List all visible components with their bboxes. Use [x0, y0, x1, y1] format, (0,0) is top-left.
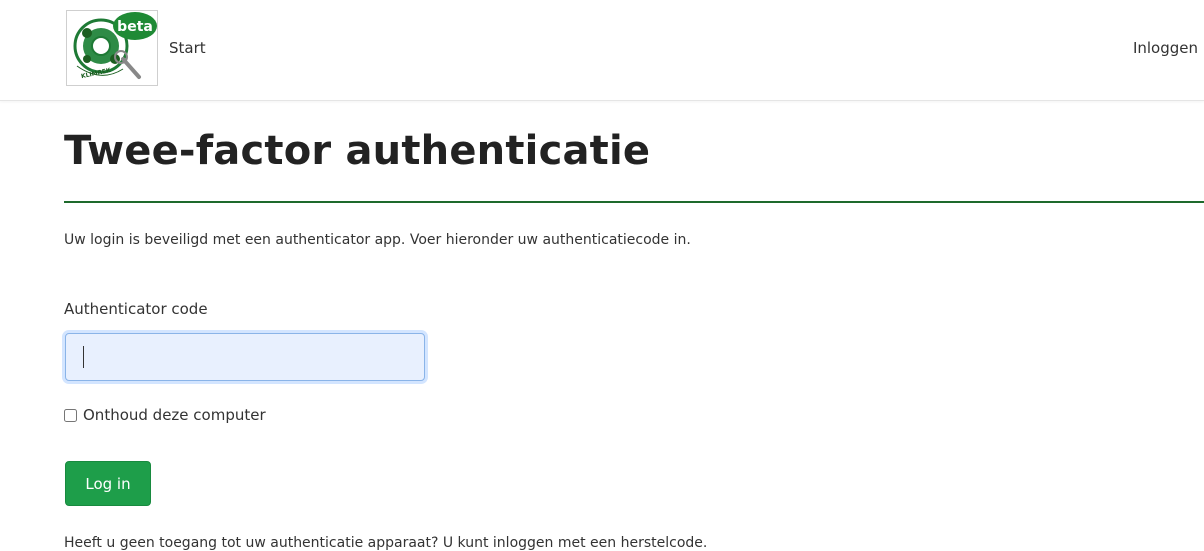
text-cursor — [83, 346, 84, 368]
svg-text:beta: beta — [117, 19, 153, 35]
recovery-suffix: . — [702, 535, 708, 551]
nav-start-link[interactable]: Start — [169, 39, 206, 57]
klimrek-logo: KLIMREK beta — [73, 12, 157, 80]
remember-computer-checkbox[interactable] — [64, 408, 77, 422]
recovery-code-link[interactable]: inloggen met een herstelcode — [493, 535, 703, 551]
title-divider — [64, 201, 1204, 203]
authenticator-code-input[interactable] — [65, 333, 425, 381]
login-button[interactable]: Log in — [65, 461, 151, 506]
remember-computer-label: Onthoud deze computer — [83, 406, 266, 424]
recovery-text: Heeft u geen toegang tot uw authenticati… — [64, 535, 707, 551]
intro-text: Uw login is beveiligd met een authentica… — [64, 232, 691, 248]
page-title: Twee-factor authenticatie — [64, 128, 651, 174]
nav-login-link[interactable]: Inloggen — [1133, 39, 1198, 57]
site-logo[interactable]: KLIMREK beta — [66, 10, 158, 86]
remember-computer-option[interactable]: Onthoud deze computer — [64, 406, 266, 424]
top-navbar: KLIMREK beta Start Inloggen — [0, 0, 1204, 101]
authenticator-code-label: Authenticator code — [64, 300, 208, 318]
recovery-prefix: Heeft u geen toegang tot uw authenticati… — [64, 535, 493, 551]
